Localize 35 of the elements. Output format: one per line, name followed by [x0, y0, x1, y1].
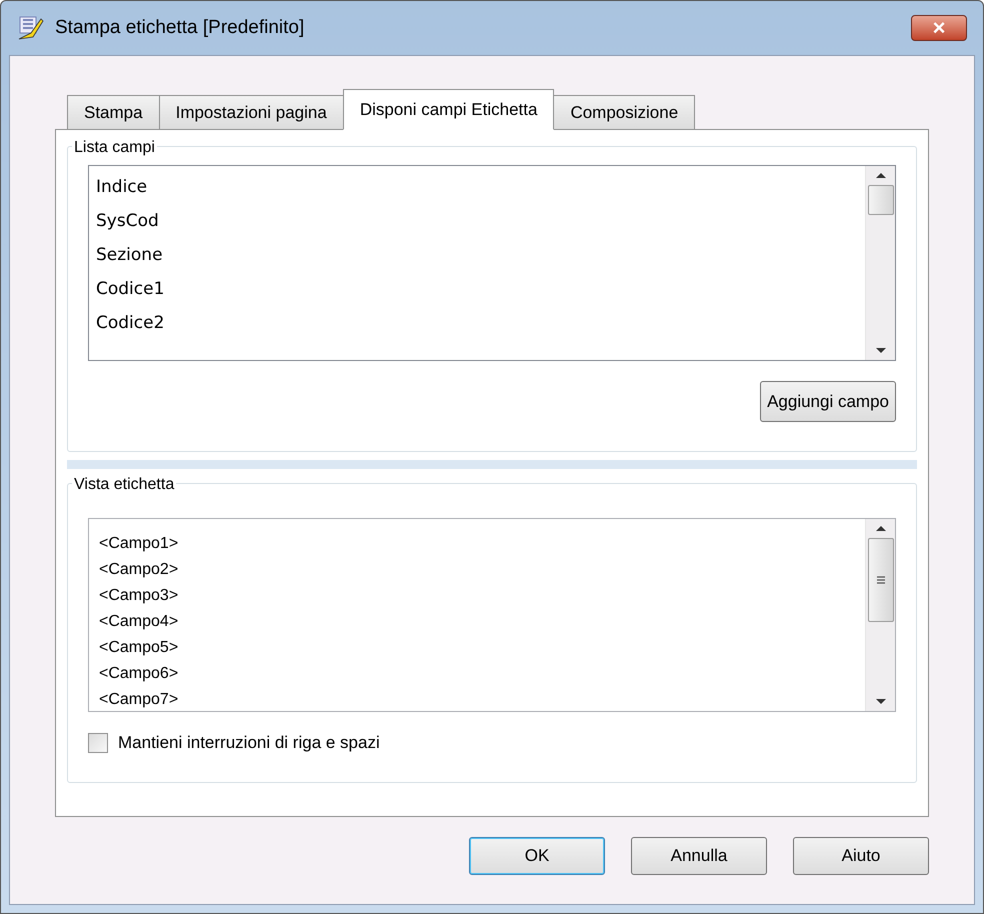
scroll-thumb[interactable]: [868, 538, 894, 622]
text-line: <Campo5>: [99, 638, 180, 658]
checkbox-label[interactable]: Mantieni interruzioni di riga e spazi: [118, 730, 380, 756]
text-line: <Campo4>: [99, 612, 180, 632]
dialog-button[interactable]: OK: [469, 837, 605, 875]
scroll-up-icon[interactable]: [874, 525, 886, 532]
scroll-thumb[interactable]: [868, 185, 894, 215]
checkbox[interactable]: [88, 732, 108, 753]
text-line: <Campo6>: [99, 664, 180, 684]
list-item[interactable]: Codice2: [96, 306, 865, 340]
text-line: <Campo7>: [99, 690, 180, 710]
add-field-button[interactable]: Aggiungi campo: [760, 381, 896, 422]
text-line: <Campo1>: [99, 534, 180, 554]
scroll-down-icon[interactable]: [874, 698, 886, 705]
list-item[interactable]: Sezione: [96, 238, 865, 272]
list-item[interactable]: Codice1: [96, 272, 865, 306]
text-line: <Campo3>: [99, 586, 180, 606]
grip-icon: [876, 575, 886, 585]
list-item[interactable]: Indice: [96, 170, 865, 204]
tab[interactable]: Stampa: [67, 95, 160, 130]
tab[interactable]: Disponi campi Etichetta: [342, 89, 554, 130]
scroll-down-icon[interactable]: [874, 347, 886, 354]
field-list[interactable]: Indice SysCod Sezione Codice1 Codice2: [88, 165, 896, 361]
tab[interactable]: Composizione: [553, 95, 696, 130]
list-item[interactable]: SysCod: [96, 204, 865, 238]
text-line: <Campo2>: [99, 560, 180, 580]
scroll-up-icon[interactable]: [874, 172, 886, 179]
dialog-button[interactable]: Aiuto: [793, 837, 929, 875]
app-icon: [17, 15, 45, 41]
scrollbar[interactable]: [865, 519, 895, 711]
dialog-button[interactable]: Annulla: [631, 837, 767, 875]
window-title: Stampa etichetta [Predefinito]: [55, 16, 304, 40]
tab[interactable]: Impostazioni pagina: [158, 95, 344, 130]
scrollbar[interactable]: [865, 166, 895, 360]
label-text-area[interactable]: <Campo1> <Campo2> <Campo3> <Campo4> <Campo5> <Campo6> <Campo7>: [88, 518, 896, 712]
